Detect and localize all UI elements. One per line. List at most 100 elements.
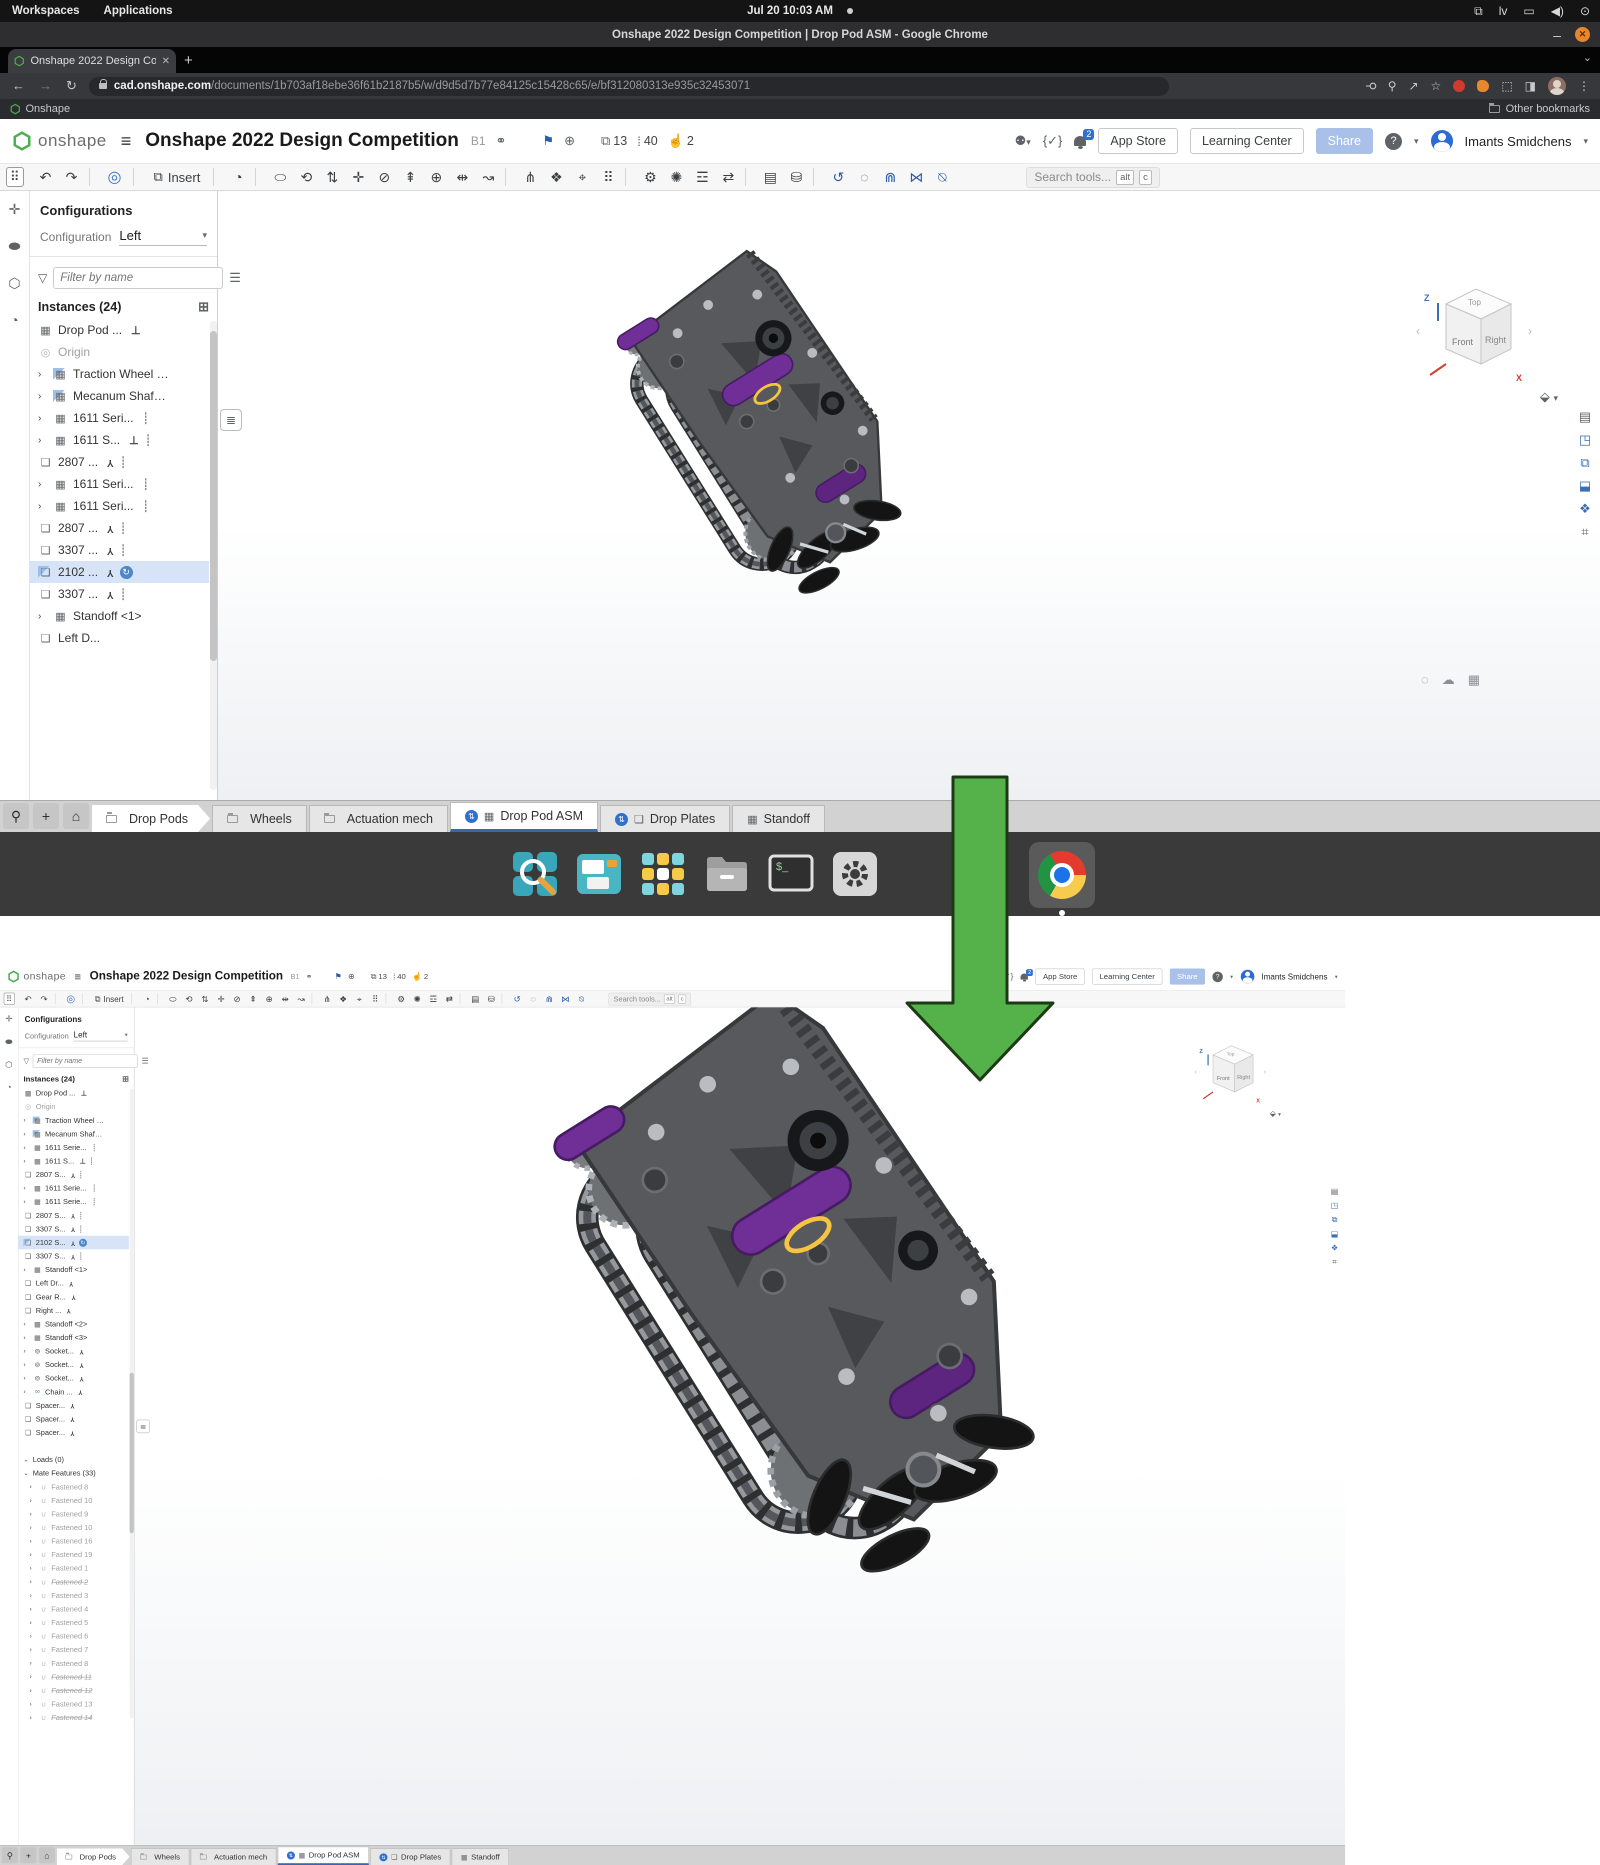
- section-icon[interactable]: ⬓: [1579, 478, 1591, 494]
- expand-chevron-icon[interactable]: ›: [30, 1565, 36, 1572]
- measure-icon[interactable]: ⛁: [484, 994, 499, 1004]
- instance-row[interactable]: › Gear R... Y: [19, 1290, 129, 1304]
- projection-cube-icon[interactable]: ⬙ ▾: [1540, 389, 1558, 405]
- expand-chevron-icon[interactable]: ›: [38, 391, 48, 402]
- clipboard-icon[interactable]: ⧉: [1474, 4, 1483, 19]
- mate-connector-add-icon[interactable]: ✛: [5, 1014, 12, 1024]
- expand-chevron-icon[interactable]: ›: [23, 1321, 29, 1328]
- graphics-viewport[interactable]: ⬙ ▾ ▤◳⧉⬓❖⌗: [135, 1007, 1345, 1845]
- mate-connector-add-icon[interactable]: ✛: [9, 201, 21, 218]
- expand-chevron-icon[interactable]: ›: [30, 1619, 36, 1626]
- instance-row[interactable]: › 1611 Seri... ┊: [30, 495, 209, 517]
- isometric-view-icon[interactable]: ◳: [1579, 432, 1591, 448]
- mate-features-section[interactable]: ⌄ Mate Features (33): [19, 1466, 134, 1480]
- expand-chevron-icon[interactable]: ›: [30, 1660, 36, 1667]
- tab-search-chevron-icon[interactable]: ⌄: [1583, 51, 1592, 64]
- instance-row[interactable]: › 2807 S... Y┊: [19, 1168, 129, 1182]
- expand-chevron-icon[interactable]: ›: [30, 1551, 36, 1558]
- expand-chevron-icon[interactable]: ›: [30, 1524, 36, 1531]
- cloud-status-icon[interactable]: ☁: [1442, 672, 1455, 688]
- view-settings-icon[interactable]: ▤: [1579, 409, 1591, 425]
- browser-menu-icon[interactable]: ⋮: [1578, 79, 1590, 93]
- document-tab[interactable]: ⇅ ▦ Standoff: [452, 1848, 509, 1865]
- mate-relation-icon[interactable]: ⋔: [518, 169, 542, 186]
- ball-mate-icon[interactable]: ⊕: [424, 169, 448, 186]
- document-tab[interactable]: ⇅ ▦ Drop Pod ASM: [278, 1847, 369, 1865]
- instance-row[interactable]: › Traction Wheel Shaf...: [19, 1114, 129, 1128]
- side-panel-icon[interactable]: ◨: [1525, 79, 1536, 93]
- history-icon[interactable]: ◔: [10, 312, 18, 328]
- extensions-puzzle-icon[interactable]: ⬚: [1501, 79, 1512, 93]
- assembly-tree-toggle-icon[interactable]: ⠿: [4, 993, 15, 1005]
- snapshot-icon[interactable]: ◔: [226, 169, 250, 185]
- expand-chevron-icon[interactable]: ›: [23, 1198, 29, 1205]
- desktop-layout-icon[interactable]: [575, 850, 623, 898]
- applications-menu[interactable]: Applications: [92, 5, 185, 17]
- expand-chevron-icon[interactable]: ›: [38, 369, 48, 380]
- separator[interactable]: [813, 168, 821, 186]
- reload-icon[interactable]: ↻: [66, 78, 77, 94]
- mate-connector-icon[interactable]: ⌖: [570, 169, 594, 186]
- document-tab[interactable]: ⇅ Drop Pods: [57, 1848, 130, 1865]
- gear-relation-icon[interactable]: ⚙: [394, 994, 409, 1004]
- instance-row[interactable]: › Standoff <3>: [19, 1331, 129, 1345]
- document-tab[interactable]: ⇅ Actuation mech: [309, 805, 448, 832]
- named-views-icon[interactable]: ⌗: [1581, 524, 1588, 540]
- display-states-icon[interactable]: ⬡: [8, 275, 20, 292]
- separator[interactable]: [255, 168, 263, 186]
- drop-pod-model[interactable]: [588, 239, 918, 639]
- app-finder-icon[interactable]: [511, 850, 559, 898]
- planar-mate-icon[interactable]: ✛: [214, 994, 229, 1004]
- document-tab[interactable]: ⇅ Wheels: [131, 1848, 189, 1865]
- app-store-button[interactable]: App Store: [1098, 128, 1178, 154]
- cylindrical-mate-icon[interactable]: ⊘: [230, 994, 245, 1004]
- panel-scrollbar[interactable]: [130, 1089, 134, 1718]
- instance-row[interactable]: › Standoff <1>: [30, 605, 209, 627]
- bookmark-star-icon[interactable]: ☆: [1431, 79, 1442, 93]
- insert-button[interactable]: ⧉Insert: [146, 169, 209, 185]
- share-button[interactable]: Share: [1170, 969, 1205, 985]
- instance-row[interactable]: › 1611 Serie... ┊: [19, 1195, 129, 1209]
- add-tab-icon[interactable]: +: [20, 1847, 36, 1863]
- undo-icon[interactable]: ↶: [34, 169, 58, 186]
- expand-chevron-icon[interactable]: ›: [30, 1687, 36, 1694]
- expand-chevron-icon[interactable]: ›: [38, 479, 48, 490]
- instance-row[interactable]: › Mecanum Shaft <1>: [19, 1127, 129, 1141]
- expand-chevron-icon[interactable]: ›: [30, 1714, 36, 1721]
- instance-row[interactable]: › 2102 ... Y↻: [30, 561, 209, 583]
- expand-chevron-icon[interactable]: ›: [23, 1361, 29, 1368]
- group-icon[interactable]: ❖: [336, 994, 351, 1004]
- file-manager-icon[interactable]: [703, 850, 751, 898]
- document-tab[interactable]: ⇅ Wheels: [212, 805, 307, 832]
- expand-chevron-icon[interactable]: ›: [30, 1592, 36, 1599]
- expand-chevron-icon[interactable]: ›: [23, 1334, 29, 1341]
- share-button[interactable]: Share: [1316, 128, 1373, 154]
- instance-row[interactable]: › Drop Pod ... ⊥: [30, 319, 209, 341]
- snapshot-icon[interactable]: ◔: [140, 994, 155, 1004]
- mate-feature-row[interactable]: › Fastened 9: [25, 1507, 129, 1521]
- replicate-icon[interactable]: ⇄: [442, 994, 457, 1004]
- view-settings-icon[interactable]: ▤: [1331, 1186, 1339, 1196]
- redo-icon[interactable]: ↷: [60, 169, 84, 186]
- separator[interactable]: [745, 168, 753, 186]
- instance-row[interactable]: › Left Dr... Y: [19, 1276, 129, 1290]
- instance-row[interactable]: › Spacer... Y: [19, 1399, 129, 1413]
- separator[interactable]: [505, 168, 513, 186]
- extension-icon[interactable]: [1477, 80, 1489, 92]
- other-bookmarks[interactable]: Other bookmarks: [1506, 103, 1590, 115]
- mate-feature-row[interactable]: › Fastened 10: [25, 1494, 129, 1508]
- share-page-icon[interactable]: ↗: [1408, 79, 1418, 93]
- filter-input[interactable]: [53, 267, 223, 289]
- gear-relation-icon[interactable]: ⚙: [638, 169, 662, 186]
- expand-chevron-icon[interactable]: ›: [23, 1185, 29, 1192]
- document-tab[interactable]: ⇅ ▦ Drop Pod ASM: [450, 802, 598, 832]
- instance-row[interactable]: › Origin: [19, 1100, 129, 1114]
- terminal-icon[interactable]: $_: [767, 850, 815, 898]
- filter-funnel-icon[interactable]: ▽: [23, 1057, 29, 1066]
- slider-mate-icon[interactable]: ⇅: [320, 169, 344, 186]
- bom-icon[interactable]: ▤: [468, 994, 483, 1004]
- add-tab-icon[interactable]: +: [33, 803, 59, 829]
- mate-feature-row[interactable]: › Fastened 7: [25, 1643, 129, 1657]
- expand-chevron-icon[interactable]: ›: [30, 1673, 36, 1680]
- expand-chevron-icon[interactable]: ›: [23, 1144, 29, 1151]
